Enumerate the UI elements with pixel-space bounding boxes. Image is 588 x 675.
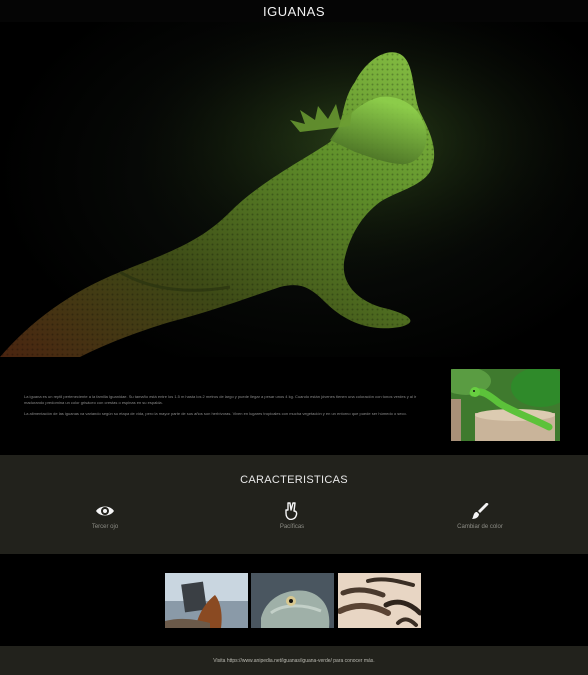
feature-cambiar-color: Cambiar de color <box>420 502 540 530</box>
feature-label: Pacíficas <box>279 524 305 530</box>
feature-label: Tercer ojo <box>91 524 119 530</box>
feature-pacificas: Pacíficas <box>232 502 352 530</box>
eye-icon <box>95 502 115 520</box>
intro-paragraph: La iguana es un reptil perteneciente a l… <box>24 394 417 405</box>
intro-iguana-image <box>451 369 560 441</box>
peace-hand-icon <box>282 502 302 520</box>
feature-label: Cambiar de color <box>457 524 503 530</box>
intro-text: La iguana es un reptil perteneciente a l… <box>24 394 436 422</box>
intro-paragraph: La alimentación de las iguanas va varian… <box>24 411 407 416</box>
hero-image <box>0 22 588 357</box>
gallery-image-group[interactable] <box>338 573 421 628</box>
gallery-image-beach[interactable] <box>165 573 248 628</box>
gallery-image-head[interactable] <box>251 573 334 628</box>
page-title: IGUANAS <box>262 3 325 19</box>
gallery-section <box>0 554 588 646</box>
footer: Visita https://www.anipedia.net/iguanas/… <box>0 646 588 675</box>
features-title: CARACTERISTICAS <box>240 474 348 486</box>
footer-text: Visita https://www.anipedia.net/iguanas/… <box>213 657 375 664</box>
intro-section: La iguana es un reptil perteneciente a l… <box>0 357 588 455</box>
paintbrush-icon <box>470 502 490 520</box>
features-section: CARACTERISTICAS Tercer ojo Pacíficas Cam… <box>0 455 588 554</box>
header-bar: IGUANAS <box>0 0 588 23</box>
feature-tercer-ojo: Tercer ojo <box>45 502 165 530</box>
